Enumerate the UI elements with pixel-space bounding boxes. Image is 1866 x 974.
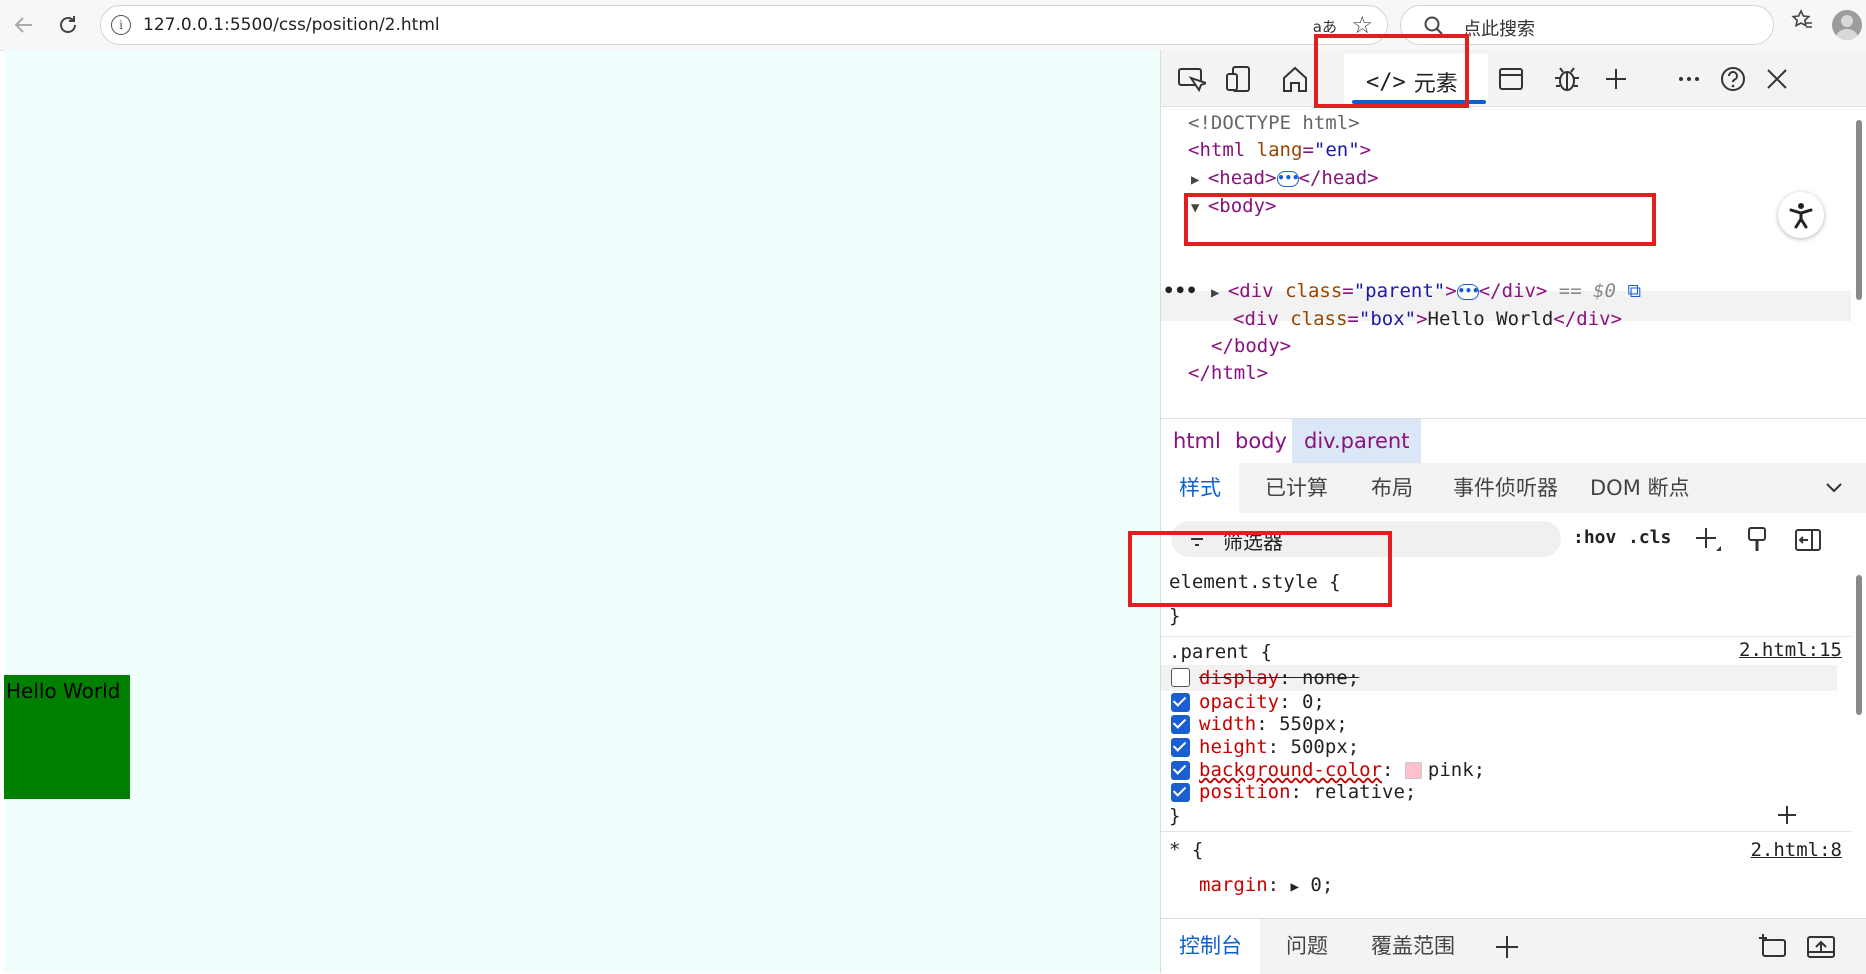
collapse-drawer-icon[interactable] (1805, 932, 1837, 962)
close-icon (1767, 69, 1787, 89)
arrow-left-icon (14, 17, 32, 33)
console-tab-button[interactable] (1495, 63, 1527, 95)
info-icon[interactable]: i (111, 15, 131, 35)
styles-scrollbar[interactable] (1856, 575, 1862, 715)
dom-row-menu-icon[interactable]: ••• (1163, 276, 1197, 306)
hello-world-box: Hello World (4, 675, 130, 799)
tab-event-listeners[interactable]: 事件侦听器 (1453, 463, 1558, 513)
toggle-sidebar-icon[interactable] (1793, 525, 1823, 555)
universal-rule-source-link[interactable]: 2.html:8 (1750, 837, 1842, 863)
position-property[interactable]: position: relative; (1199, 779, 1416, 805)
dom-parent-div-node[interactable]: ▶ <div class="parent">•••</div> == $0 ⧉ (1211, 276, 1641, 306)
margin-property[interactable]: margin: ▶ 0; (1199, 872, 1333, 898)
universal-rule-selector[interactable]: * { (1169, 837, 1203, 863)
accessibility-icon (1789, 203, 1813, 229)
bug-icon (1555, 67, 1579, 91)
tab-layout[interactable]: 布局 (1371, 463, 1413, 513)
welcome-tab-button[interactable] (1279, 63, 1311, 95)
opacity-checkbox[interactable] (1171, 693, 1190, 712)
profile-avatar[interactable] (1832, 10, 1862, 40)
devtools-drawer: 控制台 问题 覆盖范围 (1161, 918, 1866, 974)
url-text[interactable]: 127.0.0.1:5500/css/position/2.html (143, 15, 440, 35)
device-icon (1226, 66, 1250, 92)
tab-computed[interactable]: 已计算 (1265, 463, 1328, 513)
add-property-plus-icon[interactable] (1776, 804, 1798, 826)
annotation-parent-div (1184, 193, 1656, 246)
home-icon (1283, 66, 1307, 92)
tab-dom-breakpoints[interactable]: DOM 断点 (1590, 463, 1690, 513)
accessibility-button[interactable] (1778, 192, 1824, 238)
debugger-tab-button[interactable] (1551, 63, 1583, 95)
styles-subtabs: 样式 已计算 布局 事件侦听器 DOM 断点 (1161, 463, 1866, 513)
dom-html-close[interactable]: </html> (1188, 358, 1268, 388)
hello-world-text: Hello World (6, 679, 121, 703)
parent-rule-close: } (1169, 805, 1181, 827)
expand-ellipsis-icon[interactable]: ••• (1276, 170, 1299, 187)
add-drawer-tab-icon[interactable] (1494, 934, 1520, 960)
width-checkbox[interactable] (1171, 715, 1190, 734)
parent-rule-source-link[interactable]: 2.html:15 (1739, 637, 1842, 663)
browser-toolbar: i 127.0.0.1:5500/css/position/2.html aあ … (0, 0, 1866, 51)
search-placeholder[interactable]: 点此搜索 (1463, 15, 1535, 41)
dom-doctype[interactable]: <!DOCTYPE html> (1188, 108, 1360, 138)
styles-pane: element.style { } .parent { 2.html:15 di… (1161, 565, 1866, 915)
reload-icon (60, 16, 76, 33)
display-checkbox[interactable] (1171, 668, 1190, 687)
parent-rule-selector[interactable]: .parent { (1169, 639, 1272, 665)
devtools-toolbar: </> 元素 (1161, 50, 1866, 107)
breadcrumb-body[interactable]: body (1223, 419, 1299, 463)
plus-icon (1606, 69, 1626, 89)
inspect-icon (1178, 68, 1206, 93)
device-emulation-button[interactable] (1223, 63, 1255, 95)
close-devtools-button[interactable] (1761, 63, 1793, 95)
dom-body-close[interactable]: </body> (1211, 331, 1291, 361)
tab-styles[interactable]: 样式 (1161, 463, 1239, 513)
expand-ellipsis-icon[interactable]: ••• (1456, 283, 1479, 300)
favorites-button[interactable] (1791, 9, 1813, 37)
dom-tree: <!DOCTYPE html> <html lang="en"> ▶ <head… (1161, 108, 1866, 418)
display-property[interactable]: display: none; (1199, 665, 1359, 691)
height-checkbox[interactable] (1171, 738, 1190, 757)
address-bar[interactable]: i 127.0.0.1:5500/css/position/2.html aあ … (100, 5, 1388, 45)
new-style-rule-icon[interactable] (1694, 525, 1724, 555)
help-icon (1721, 67, 1745, 91)
tab-issues[interactable]: 问题 (1286, 919, 1328, 974)
color-swatch[interactable] (1404, 762, 1422, 779)
hov-toggle[interactable]: :hov (1573, 527, 1616, 548)
more-tools-button[interactable] (1600, 63, 1632, 95)
position-checkbox[interactable] (1171, 783, 1190, 802)
reload-button[interactable] (52, 9, 84, 41)
chevron-down-icon[interactable] (1823, 463, 1845, 513)
dock-drawer-icon[interactable] (1757, 932, 1789, 962)
copilot-icon[interactable]: ⧉ (1627, 280, 1641, 302)
more-horizontal-icon (1679, 77, 1699, 81)
breadcrumb-div-parent[interactable]: div.parent (1292, 419, 1422, 463)
help-button[interactable] (1717, 63, 1749, 95)
dom-tree-scrollbar[interactable] (1856, 120, 1862, 300)
dom-head-node[interactable]: ▶ <head>•••</head> (1191, 163, 1379, 193)
annotation-elements-tab (1314, 34, 1469, 108)
back-button[interactable] (8, 9, 40, 41)
cls-toggle[interactable]: .cls (1628, 527, 1671, 548)
favorites-icon (1791, 9, 1812, 28)
dom-box-div-node[interactable]: <div class="box">Hello World</div> (1233, 304, 1622, 334)
dom-html-node[interactable]: <html lang="en"> (1188, 135, 1371, 165)
rule-divider (1161, 831, 1851, 832)
background-color-checkbox[interactable] (1171, 761, 1190, 780)
tab-console[interactable]: 控制台 (1161, 919, 1260, 974)
inspect-element-button[interactable] (1175, 63, 1207, 95)
page-viewport: Hello World (4, 50, 1161, 973)
customize-menu-button[interactable] (1673, 63, 1705, 95)
breadcrumb: html body div.parent (1161, 418, 1866, 464)
devtools-panel: </> 元素 <!DOCTYPE html> <html lang="en"> … (1128, 34, 1866, 974)
paint-brush-icon[interactable] (1744, 525, 1770, 555)
tab-coverage[interactable]: 覆盖范围 (1371, 919, 1455, 974)
console-icon (1499, 68, 1523, 90)
annotation-display-opacity (1128, 531, 1392, 607)
